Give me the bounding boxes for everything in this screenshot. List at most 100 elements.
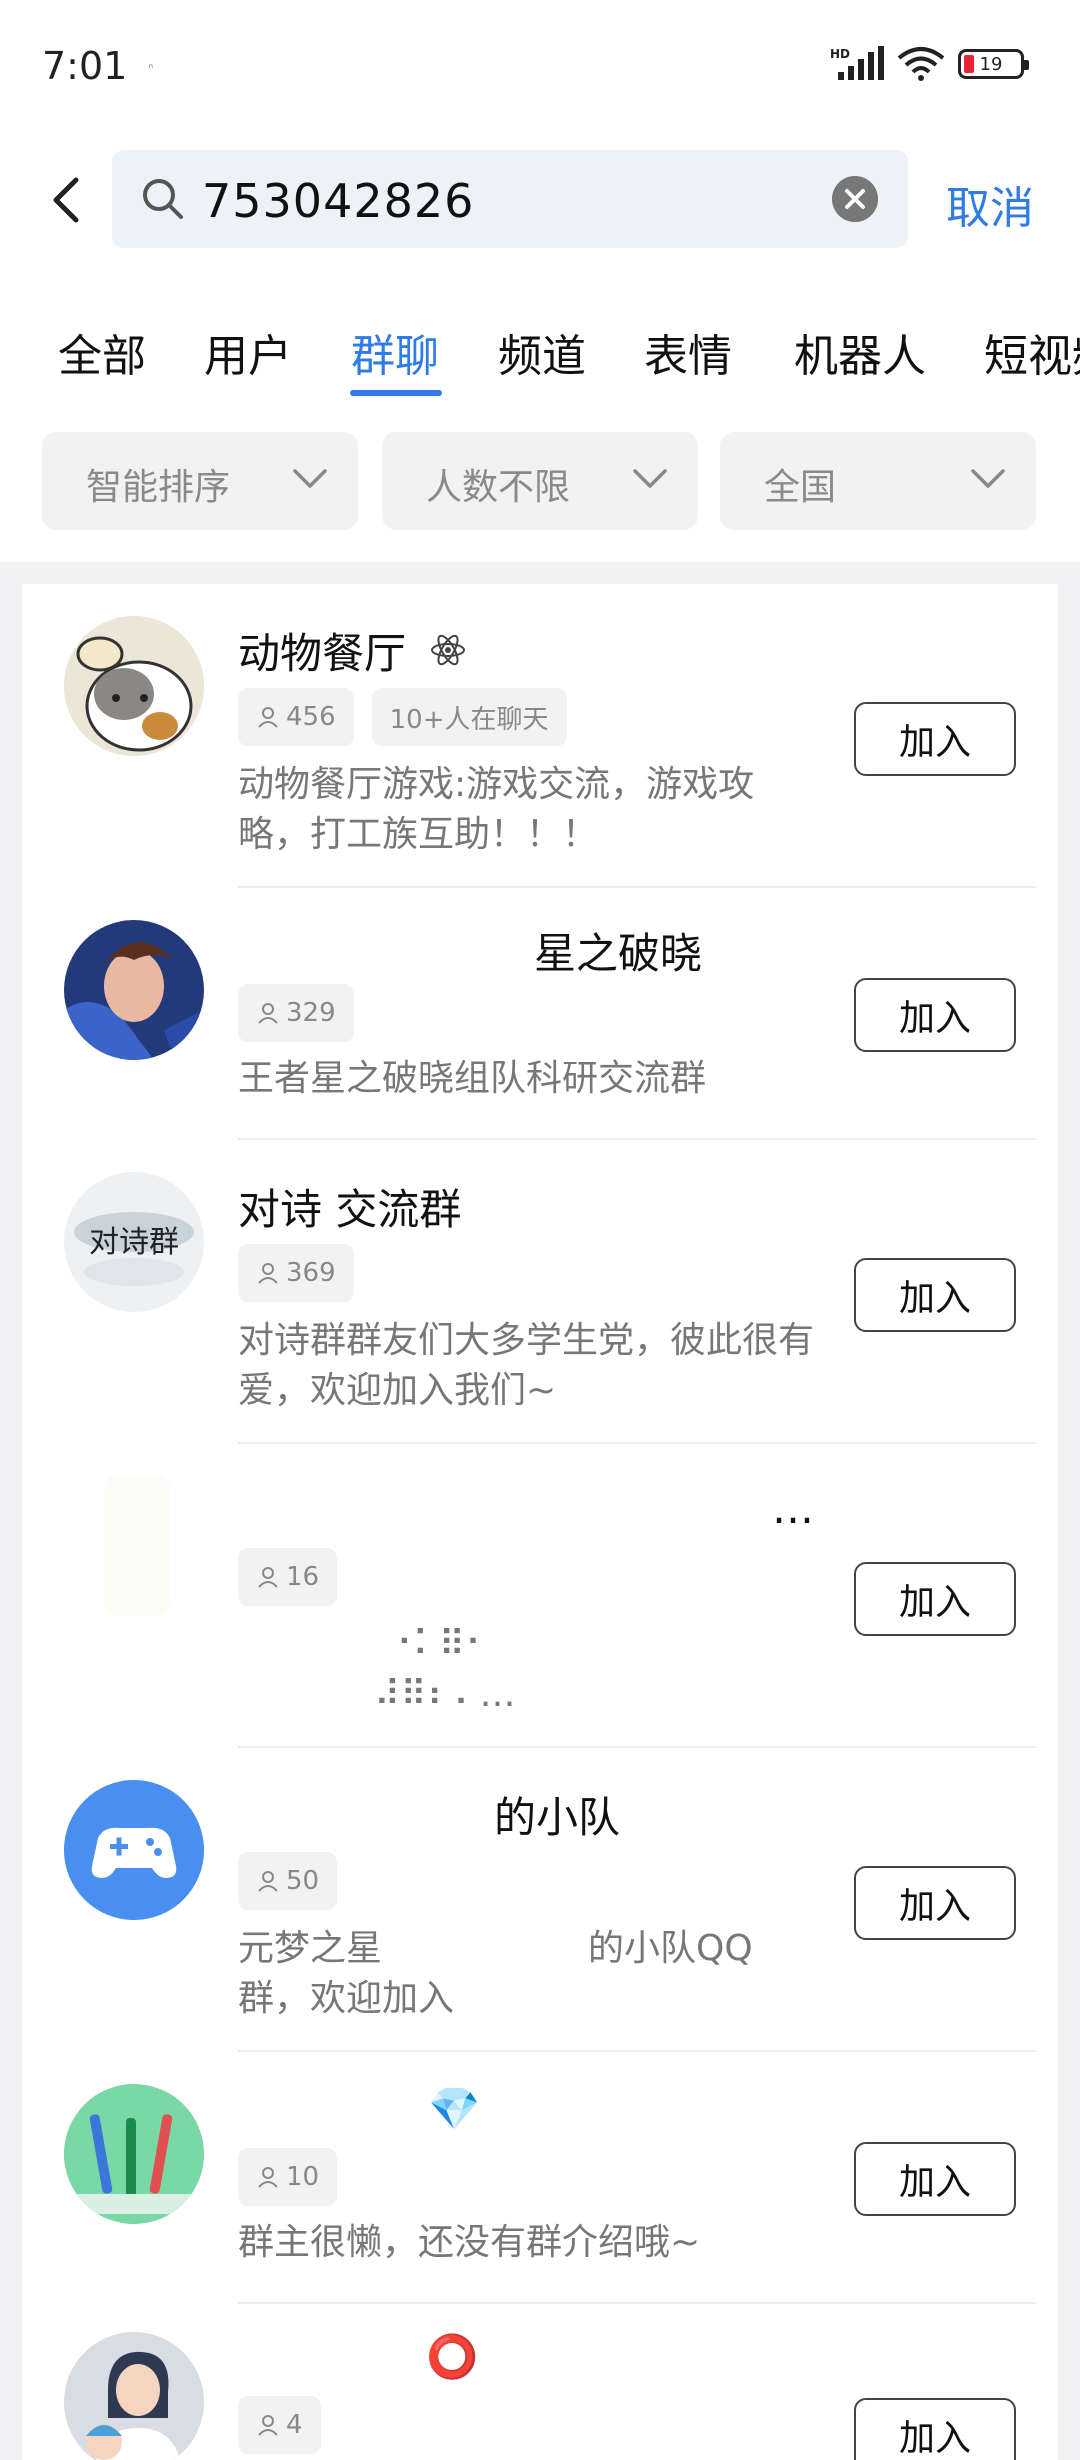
wifi-icon (897, 47, 945, 81)
member-count: 329 (286, 998, 336, 1028)
chevron-down-icon (293, 469, 327, 488)
group-list-item[interactable]: 💎 10 群主很懒，还没有群介绍哦~ 加入 (22, 2052, 1058, 2304)
person-icon (258, 1567, 278, 1588)
group-list-item[interactable]: … 16 ⠐⠅⠿⠂ ⠼⠿⠆⠄… 加入 (22, 1444, 1058, 1748)
atom-icon (431, 634, 465, 666)
network-hd-label: HD (830, 47, 850, 61)
group-avatar (64, 2084, 204, 2224)
group-name: ⭕ (426, 2332, 479, 2381)
group-list-item[interactable]: ⭕ 4 加入 (22, 2304, 1058, 2460)
group-avatar (64, 1780, 204, 1920)
tab-stickers[interactable]: 表情 (644, 320, 732, 384)
toothbrush-avatar-icon (64, 2084, 204, 2224)
gamepad-icon (64, 1780, 204, 1920)
chatting-count: 10+人在聊天 (389, 704, 549, 735)
member-count-badge: 329 (238, 984, 354, 1042)
member-count-filter-label: 人数不限 (426, 467, 571, 508)
tab-users[interactable]: 用户 (204, 320, 292, 384)
member-count: 50 (286, 1866, 320, 1896)
join-button[interactable]: 加入 (854, 978, 1016, 1052)
tab-channels[interactable]: 频道 (498, 320, 586, 384)
member-count-badge: 10 (238, 2148, 338, 2206)
region-filter-dropdown[interactable]: 全国 (720, 432, 1036, 530)
group-name: 的小队 (494, 1793, 621, 1842)
active-tab-indicator (350, 390, 442, 396)
join-button[interactable]: 加入 (854, 2398, 1016, 2460)
group-badges: 369 (238, 1244, 354, 1302)
group-description: 对诗群群友们大多学生党，彼此很有爱，欢迎加入我们~ (238, 1320, 815, 1411)
person-icon (258, 1003, 278, 1024)
family-avatar-icon (64, 2332, 204, 2460)
group-list-item[interactable]: 对诗群 对诗 交流群 369 对诗群群友们大多学生党，彼此很有爱，欢迎加入我们~… (22, 1140, 1058, 1444)
group-avatar (64, 2332, 204, 2460)
member-count: 456 (286, 702, 336, 732)
group-description: 群主很懒，还没有群介绍哦~ (238, 2222, 701, 2263)
signal-icon: HD (830, 46, 884, 80)
member-count: 369 (286, 1258, 336, 1288)
group-list-item[interactable]: 星之破晓 329 王者星之破晓组队科研交流群 加入 (22, 888, 1058, 1140)
avatar-text: 对诗群 (89, 1225, 179, 1260)
join-button[interactable]: 加入 (854, 1866, 1016, 1940)
member-count-filter-dropdown[interactable]: 人数不限 (382, 432, 698, 530)
group-name: … (772, 1484, 814, 1533)
group-name: 动物餐厅 (238, 629, 407, 678)
status-time: 7:01 (42, 44, 128, 88)
person-icon (258, 1871, 278, 1892)
category-tabs: 全部 用户 群聊 频道 表情 机器人 短视频 (0, 320, 1080, 400)
sort-filter-dropdown[interactable]: 智能排序 (42, 432, 358, 530)
chevron-down-icon (971, 469, 1005, 488)
group-description-line1: 元梦之星 (238, 1928, 383, 1969)
search-input[interactable]: 753042826 (112, 150, 908, 248)
group-badges: 10 (238, 2148, 338, 2206)
group-badges: 50 (238, 1852, 338, 1910)
battery-level: 19 (979, 53, 1003, 75)
person-icon (258, 707, 278, 728)
group-description: 动物餐厅游戏:游戏交流，游戏攻略，打工族互助！！！ (238, 764, 755, 855)
member-count: 4 (286, 2410, 303, 2440)
group-avatar (64, 1476, 204, 1616)
group-avatar (64, 616, 204, 756)
battery-icon: 19 (958, 49, 1029, 79)
group-description: 王者星之破晓组队科研交流群 (238, 1058, 707, 1099)
group-name: 星之破晓 (534, 929, 703, 978)
status-icons: HD 19 (830, 46, 1029, 82)
tab-all[interactable]: 全部 (58, 320, 146, 384)
member-count-badge: 456 (238, 688, 354, 746)
join-button[interactable]: 加入 (854, 2142, 1016, 2216)
join-button[interactable]: 加入 (854, 702, 1016, 776)
member-count-badge: 16 (238, 1548, 338, 1606)
member-count-badge: 369 (238, 1244, 354, 1302)
tab-bots[interactable]: 机器人 (794, 320, 926, 384)
chatting-badge: 10+人在聊天 (371, 688, 567, 746)
group-badges: 16 (238, 1548, 338, 1606)
cat-avatar-icon (64, 616, 204, 756)
join-button[interactable]: 加入 (854, 1562, 1016, 1636)
status-bar: 7:01 ᐢ HD 19 (0, 0, 1080, 140)
region-filter-label: 全国 (764, 467, 837, 508)
cancel-button[interactable]: 取消 (946, 172, 1034, 236)
group-description-line1b: 的小队QQ (588, 1928, 753, 1969)
group-avatar (64, 920, 204, 1060)
group-badges: 456 10+人在聊天 (238, 688, 567, 746)
person-icon (258, 1263, 278, 1284)
back-arrow-icon[interactable] (40, 170, 100, 230)
group-description-line2: ⠼⠿⠆⠄… (374, 1674, 516, 1715)
tab-short-videos[interactable]: 短视频 (984, 320, 1080, 384)
group-avatar: 对诗群 (64, 1172, 204, 1312)
person-icon (258, 2167, 278, 2188)
search-query: 753042826 (202, 174, 475, 228)
group-description-line2: 群，欢迎加入 (238, 1978, 455, 2019)
group-list-item[interactable]: 动物餐厅 456 10+人在聊天 动物餐厅游戏:游戏交流，游戏攻略，打工族互助！… (22, 584, 1058, 888)
group-name: 对诗 交流群 (238, 1185, 462, 1234)
member-count: 10 (286, 2162, 320, 2192)
clear-icon[interactable] (832, 176, 878, 222)
group-results-list: 动物餐厅 456 10+人在聊天 动物餐厅游戏:游戏交流，游戏攻略，打工族互助！… (22, 584, 1058, 2460)
group-badges: 4 (238, 2396, 321, 2454)
join-button[interactable]: 加入 (854, 1258, 1016, 1332)
group-list-item[interactable]: 的小队 50 元梦之星 的小队QQ 群，欢迎加入 加入 (22, 1748, 1058, 2052)
tab-group-chats[interactable]: 群聊 (351, 320, 439, 384)
hero-avatar-icon (64, 920, 204, 1060)
group-badges: 329 (238, 984, 354, 1042)
member-count: 16 (286, 1562, 320, 1592)
member-count-badge: 50 (238, 1852, 338, 1910)
